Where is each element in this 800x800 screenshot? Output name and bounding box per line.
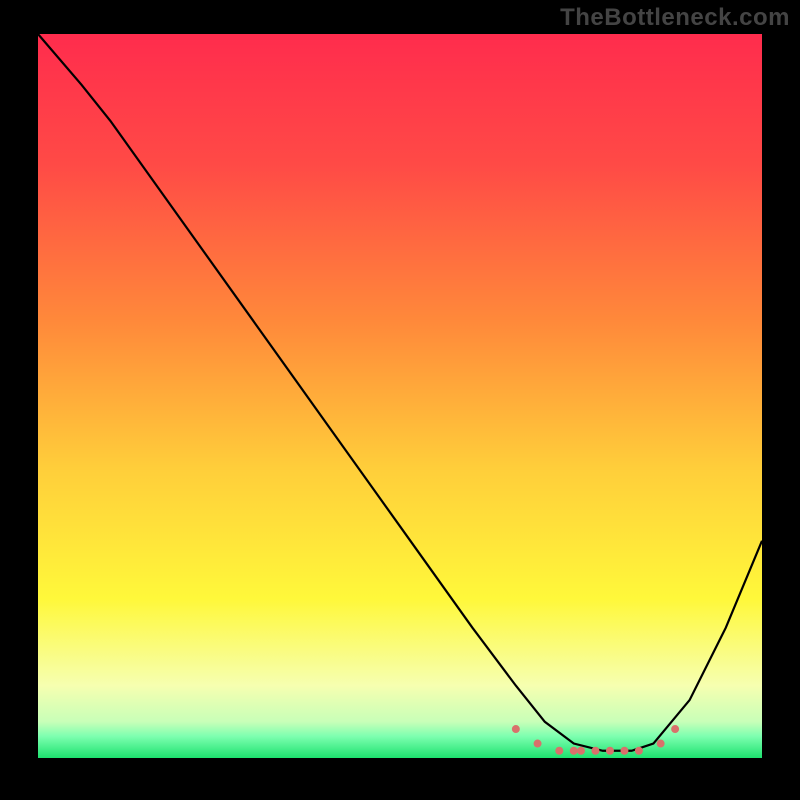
- highlight-marker: [671, 725, 679, 733]
- watermark-text: TheBottleneck.com: [560, 4, 790, 32]
- highlight-marker: [577, 747, 585, 755]
- highlight-marker: [570, 747, 578, 755]
- chart-frame: TheBottleneck.com: [0, 0, 800, 800]
- chart-svg: [38, 34, 762, 758]
- highlight-marker: [555, 747, 563, 755]
- highlight-marker: [512, 725, 520, 733]
- gradient-background: [38, 34, 762, 758]
- highlight-marker: [635, 747, 643, 755]
- highlight-marker: [591, 747, 599, 755]
- plot-area: [38, 34, 762, 758]
- highlight-marker: [534, 740, 542, 748]
- highlight-marker: [620, 747, 628, 755]
- highlight-marker: [606, 747, 614, 755]
- highlight-marker: [657, 740, 665, 748]
